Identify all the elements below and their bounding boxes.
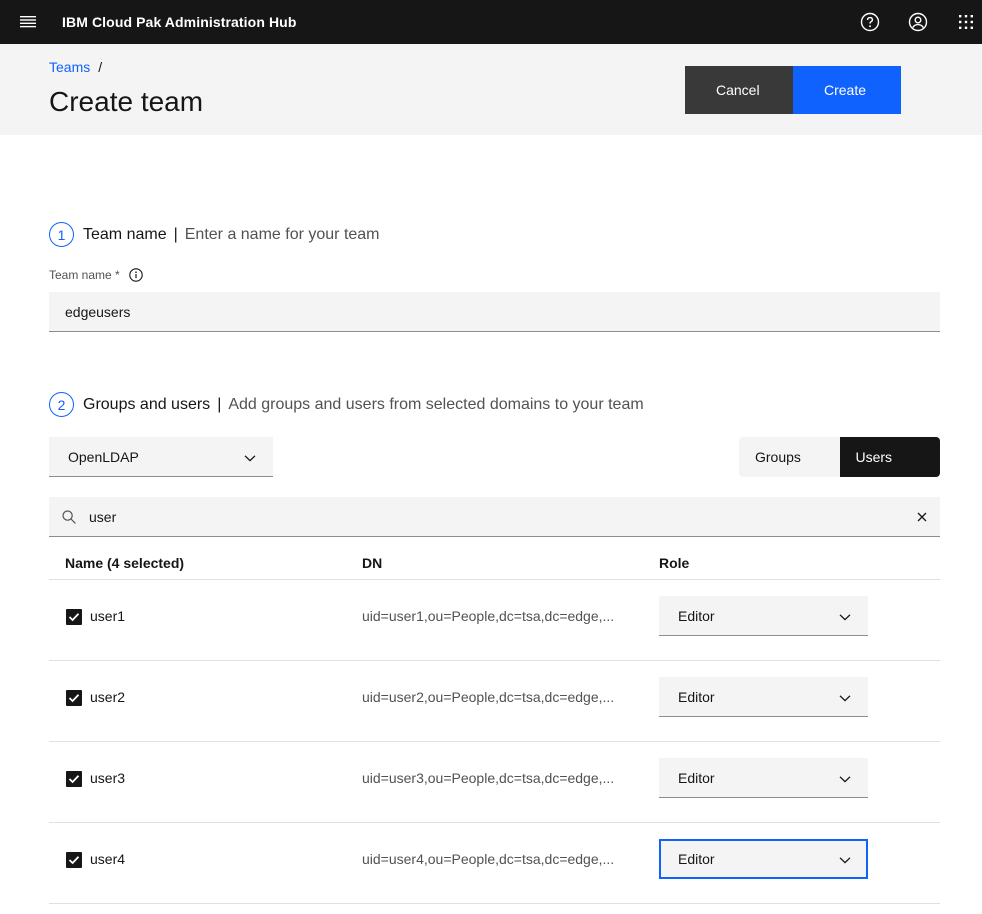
row-user-name: user1: [90, 608, 126, 624]
team-name-label-row: Team name *: [49, 268, 143, 282]
user-search-field[interactable]: user: [49, 497, 940, 537]
step-number-badge: 1: [49, 222, 74, 247]
switcher-users-tab[interactable]: Users: [839, 437, 940, 477]
row-user-name: user4: [90, 851, 126, 867]
role-dropdown-value: Editor: [678, 770, 715, 786]
chevron-down-icon: [839, 853, 851, 865]
create-button[interactable]: Create: [793, 66, 901, 114]
help-icon[interactable]: [848, 0, 892, 44]
search-icon: [62, 510, 76, 524]
checkmark-icon: [68, 856, 80, 865]
step-divider: |: [173, 225, 178, 243]
product-name[interactable]: IBM Cloud Pak Administration Hub: [62, 0, 296, 44]
role-dropdown-value: Editor: [678, 608, 715, 624]
chevron-down-icon: [244, 451, 256, 463]
checkmark-icon: [68, 613, 80, 622]
role-dropdown-value: Editor: [678, 689, 715, 705]
team-name-label: Team name *: [49, 268, 120, 282]
step-groups-users-heading: 2 Groups and users | Add groups and user…: [49, 392, 644, 417]
close-icon[interactable]: [912, 507, 932, 527]
checkmark-icon: [68, 694, 80, 703]
row-checkbox[interactable]: [66, 852, 82, 868]
brand-prefix: IBM: [62, 14, 88, 30]
role-dropdown-value: Editor: [678, 851, 715, 867]
step-title: Team name: [83, 225, 167, 243]
domain-dropdown-value: OpenLDAP: [68, 449, 139, 465]
row-checkbox[interactable]: [66, 690, 82, 706]
step-number-badge: 2: [49, 392, 74, 417]
row-user-name: user3: [90, 770, 126, 786]
role-dropdown[interactable]: Editor: [659, 677, 868, 717]
users-table-header: Name (4 selected) DN Role: [49, 543, 940, 580]
brand-name: Cloud Pak Administration Hub: [91, 14, 297, 30]
table-row: user3 uid=user3,ou=People,dc=tsa,dc=edge…: [49, 742, 940, 823]
row-user-dn: uid=user4,ou=People,dc=tsa,dc=edge,...: [362, 851, 615, 867]
role-dropdown[interactable]: Editor: [659, 596, 868, 636]
breadcrumb-separator: /: [98, 59, 103, 75]
groups-users-switcher: Groups Users: [739, 437, 940, 477]
search-input-value[interactable]: user: [89, 497, 116, 537]
chevron-down-icon: [839, 691, 851, 703]
page-header: Teams / Create team Cancel Create: [0, 44, 982, 135]
domain-dropdown[interactable]: OpenLDAP: [49, 437, 273, 477]
column-header-name[interactable]: Name (4 selected): [65, 555, 184, 571]
table-row: user1 uid=user1,ou=People,dc=tsa,dc=edge…: [49, 580, 940, 661]
app-switcher-icon[interactable]: [944, 0, 982, 44]
step-description: Enter a name for your team: [184, 225, 380, 243]
column-header-role[interactable]: Role: [659, 555, 689, 571]
team-name-input[interactable]: edgeusers: [49, 292, 940, 332]
breadcrumb: Teams /: [49, 59, 102, 75]
table-row: user2 uid=user2,ou=People,dc=tsa,dc=edge…: [49, 661, 940, 742]
switcher-groups-tab[interactable]: Groups: [739, 437, 840, 477]
table-row: user4 uid=user4,ou=People,dc=tsa,dc=edge…: [49, 823, 940, 904]
role-dropdown[interactable]: Editor: [659, 758, 868, 798]
step-title: Groups and users: [83, 395, 211, 413]
checkmark-icon: [68, 775, 80, 784]
row-user-dn: uid=user1,ou=People,dc=tsa,dc=edge,...: [362, 608, 615, 624]
row-user-name: user2: [90, 689, 126, 705]
hamburger-menu-icon[interactable]: [8, 0, 48, 44]
chevron-down-icon: [839, 772, 851, 784]
page-title: Create team: [49, 86, 204, 117]
top-navigation-bar: IBM Cloud Pak Administration Hub: [0, 0, 982, 44]
column-header-dn[interactable]: DN: [362, 555, 382, 571]
user-avatar-icon[interactable]: [896, 0, 940, 44]
info-icon[interactable]: [128, 268, 143, 282]
row-checkbox[interactable]: [66, 609, 82, 625]
cancel-button[interactable]: Cancel: [685, 66, 793, 114]
chevron-down-icon: [839, 610, 851, 622]
step-description: Add groups and users from selected domai…: [228, 395, 644, 413]
step-team-name-heading: 1 Team name | Enter a name for your team: [49, 222, 380, 247]
step-divider: |: [217, 395, 222, 413]
row-user-dn: uid=user2,ou=People,dc=tsa,dc=edge,...: [362, 689, 615, 705]
row-user-dn: uid=user3,ou=People,dc=tsa,dc=edge,...: [362, 770, 615, 786]
breadcrumb-link-teams[interactable]: Teams: [49, 59, 90, 75]
row-checkbox[interactable]: [66, 771, 82, 787]
role-dropdown[interactable]: Editor: [659, 839, 868, 879]
